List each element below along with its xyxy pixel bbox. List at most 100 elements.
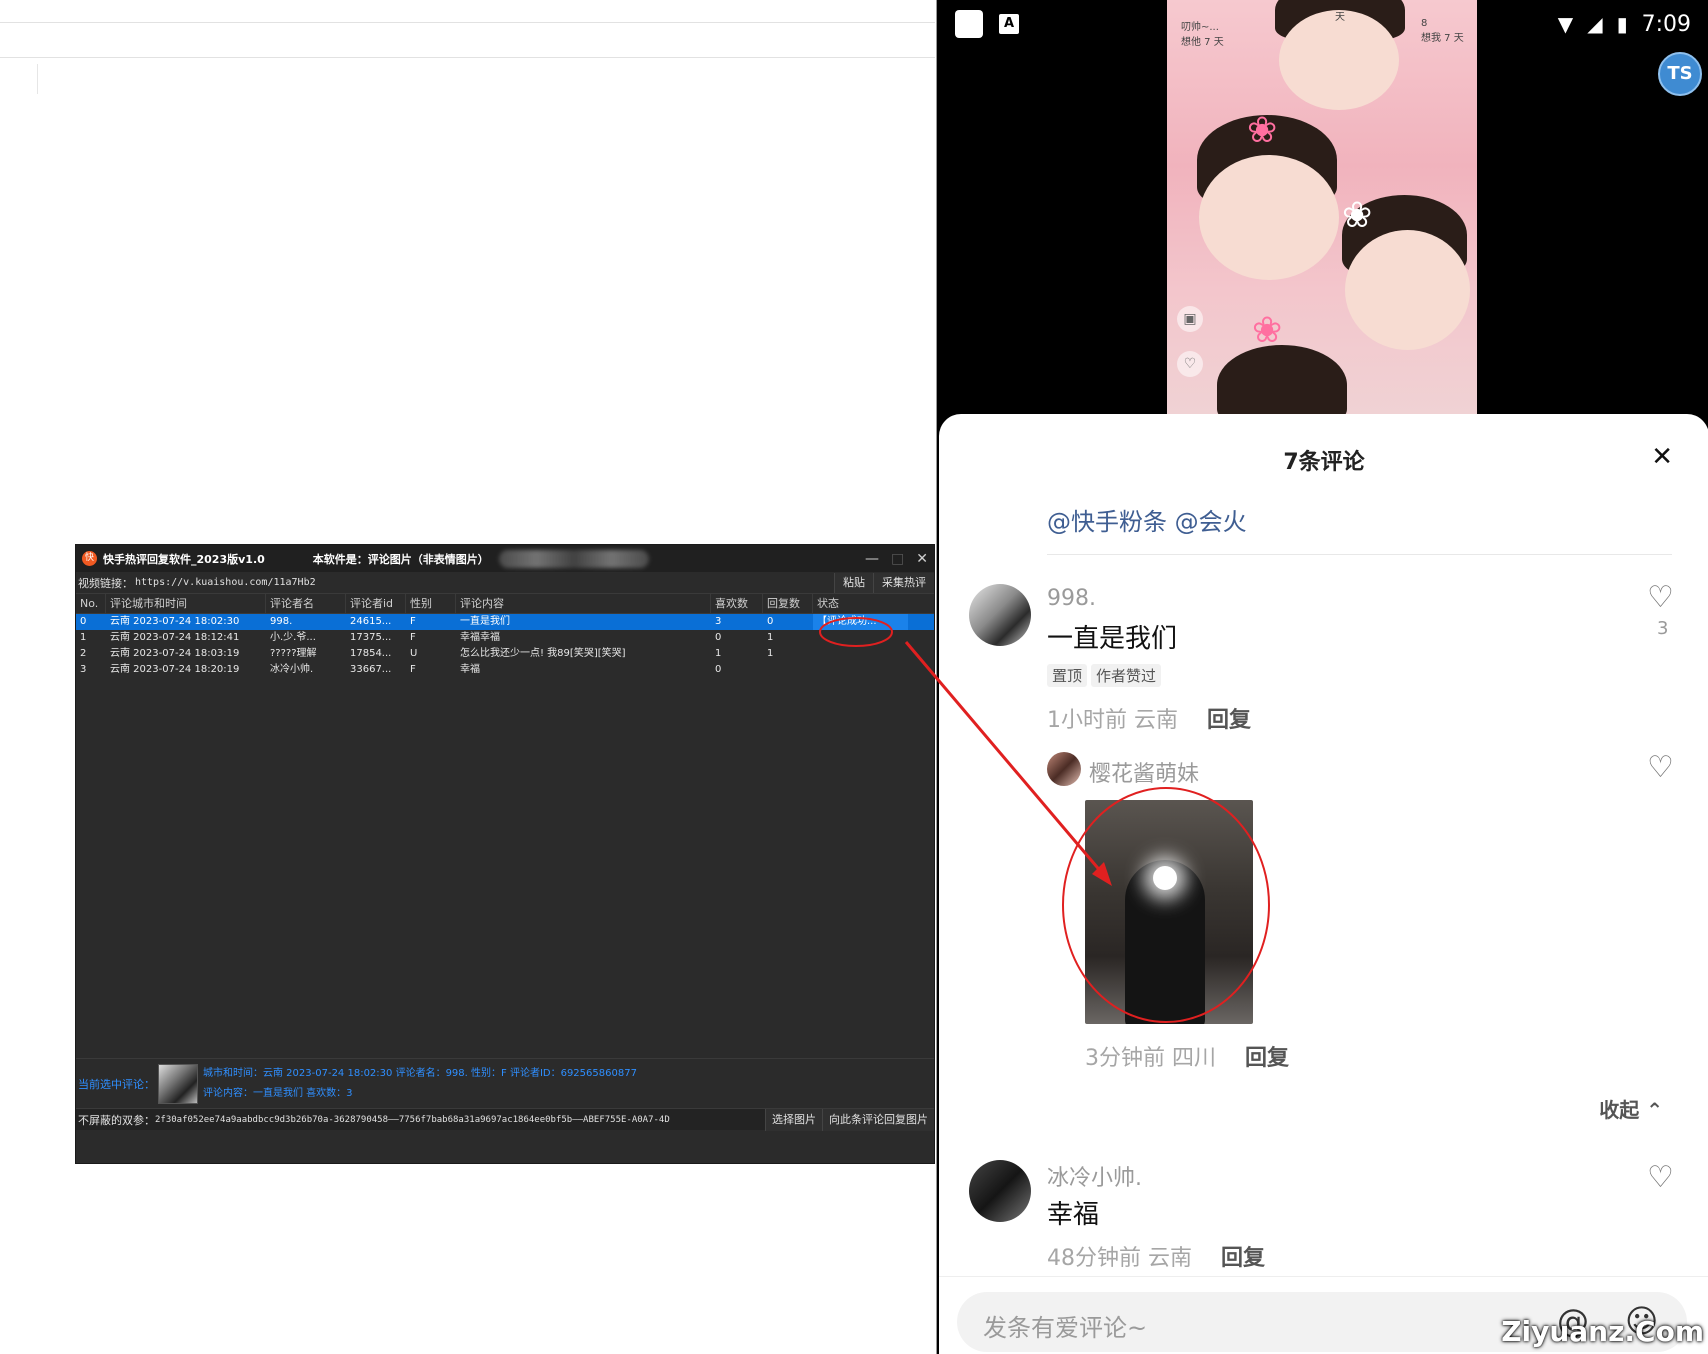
table-row[interactable]: 1 云南 2023-07-24 18:12:41 小.少.爷... 17375.…	[76, 630, 934, 646]
comment-author[interactable]: 998.	[1047, 586, 1096, 611]
cookie-row: 不屏蔽的双参： 2f30af052ee74a9aabdbcc9d3b26b70a…	[76, 1108, 934, 1131]
reply-link[interactable]: 回复	[1207, 702, 1251, 734]
video-art	[1199, 155, 1339, 280]
row-city-time: 云南 2023-07-24 18:03:19	[110, 648, 240, 659]
phone-screenshot: A ▼ ◢ ▮ 7:09 ❀ ❀ ❀ 叨帅~... 想他 7 天 天 8 想我 …	[936, 0, 1708, 1354]
row-name: ?????理解	[270, 648, 317, 659]
row-id: 33667...	[350, 664, 392, 675]
image-icon[interactable]: ▣	[1177, 306, 1203, 332]
avatar[interactable]	[969, 1160, 1031, 1222]
avatar[interactable]	[969, 584, 1031, 646]
column-header[interactable]: 喜欢数	[711, 594, 763, 613]
row-status	[813, 630, 908, 646]
comments-grid[interactable]: No. 评论城市和时间 评论者名 评论者id 性别 评论内容 喜欢数 回复数 状…	[76, 594, 934, 1058]
cookie-input[interactable]: 2f30af052ee74a9aabdbcc9d3b26b70a-3628790…	[155, 1115, 765, 1125]
row-no: 1	[80, 632, 87, 643]
heart-icon[interactable]: ♡	[1647, 1160, 1674, 1195]
row-replies: 0	[767, 616, 774, 627]
signal-icon: ◢	[1587, 12, 1603, 36]
bow-decoration: ❀	[1342, 195, 1373, 236]
row-city-time: 云南 2023-07-24 18:20:19	[110, 664, 240, 675]
comment-author[interactable]: 樱花酱萌妹	[1089, 756, 1199, 788]
close-icon[interactable]: ✕	[1651, 442, 1673, 472]
video-art	[1345, 230, 1470, 350]
row-name: 冰冷小帅.	[270, 664, 314, 675]
app-logo-icon: 快	[82, 551, 97, 566]
mention-text[interactable]: @快手粉条 @会火	[1047, 502, 1247, 537]
url-input[interactable]: https://v.kuaishou.com/11a7Hb2	[133, 577, 834, 588]
blurred-redaction	[498, 549, 649, 568]
column-header[interactable]: No.	[76, 594, 106, 613]
doc-ruler-line	[0, 22, 935, 23]
column-header[interactable]: 回复数	[763, 594, 813, 613]
row-likes: 0	[715, 664, 722, 675]
column-header[interactable]: 评论内容	[456, 594, 711, 613]
url-row: 视频链接： https://v.kuaishou.com/11a7Hb2 粘贴 …	[76, 572, 934, 594]
doc-text-cursor	[37, 64, 38, 94]
select-image-button[interactable]: 选择图片	[765, 1108, 822, 1131]
row-id: 17854...	[350, 648, 392, 659]
avatar[interactable]	[1047, 752, 1081, 786]
comment-input-placeholder: 发条有爱评论~	[983, 1314, 1148, 1342]
table-row[interactable]: 2 云南 2023-07-24 18:03:19 ?????理解 17854..…	[76, 646, 934, 662]
title-bar: 快 快手热评回复软件_2023版v1.0 本软件是：评论图片（非表情图片） — …	[76, 545, 934, 572]
minimize-button[interactable]: —	[865, 551, 879, 567]
row-city-time: 云南 2023-07-24 18:02:30	[110, 616, 240, 627]
row-replies: 1	[767, 648, 774, 659]
comments-sheet: 7条评论 ✕ @快手粉条 @会火 998. 一直是我们 置顶 作者赞过 1小时前…	[939, 414, 1708, 1354]
ts-badge-icon[interactable]: TS	[1658, 52, 1702, 96]
row-gender: U	[410, 648, 418, 659]
grid-header: No. 评论城市和时间 评论者名 评论者id 性别 评论内容 喜欢数 回复数 状…	[76, 594, 934, 614]
paste-button[interactable]: 粘贴	[834, 572, 873, 593]
video-art	[1217, 345, 1347, 415]
collapse-button[interactable]: 收起 ⌃	[1599, 1094, 1663, 1123]
row-content: 一直是我们	[460, 616, 510, 627]
comment-author[interactable]: 冰冷小帅.	[1047, 1160, 1142, 1192]
doc-ruler-line	[0, 57, 935, 58]
divider	[939, 1276, 1708, 1277]
row-city-time: 云南 2023-07-24 18:12:41	[110, 632, 240, 643]
status-bar: A ▼ ◢ ▮ 7:09	[937, 0, 1708, 48]
watermark: Ziyuanz.Com	[1501, 1315, 1704, 1348]
row-no: 0	[80, 616, 87, 627]
row-status	[813, 646, 908, 662]
row-content: 幸福	[460, 664, 480, 675]
maximize-button[interactable]: □	[891, 551, 904, 567]
row-content: 幸福幸福	[460, 632, 500, 643]
heart-icon[interactable]: ♡	[1647, 750, 1674, 785]
selected-comment-info: 城市和时间：云南 2023-07-24 18:02:30 评论者名：998. 性…	[203, 1067, 637, 1079]
comment-text: 幸福	[1047, 1200, 1100, 1230]
heart-icon[interactable]: ♡	[1177, 351, 1203, 377]
column-header[interactable]: 评论者名	[266, 594, 346, 613]
column-header[interactable]: 评论者id	[346, 594, 406, 613]
comment-meta: 3分钟前 四川	[1085, 1046, 1216, 1071]
table-row[interactable]: 0 云南 2023-07-24 18:02:30 998. 24615... F…	[76, 614, 934, 630]
row-status	[813, 662, 908, 678]
author-liked-badge: 作者赞过	[1091, 664, 1162, 687]
selected-comment-panel: 当前选中评论： 城市和时间：云南 2023-07-24 18:02:30 评论者…	[76, 1058, 934, 1108]
row-gender: F	[410, 664, 416, 675]
reply-image[interactable]	[1085, 800, 1253, 1024]
app-notification-icon: A	[999, 14, 1019, 34]
window-title: 快手热评回复软件_2023版v1.0	[103, 552, 265, 566]
row-gender: F	[410, 632, 416, 643]
row-likes: 0	[715, 632, 722, 643]
collect-comments-button[interactable]: 采集热评	[873, 572, 934, 593]
reply-link[interactable]: 回复	[1221, 1240, 1265, 1272]
video-preview[interactable]: ❀ ❀ ❀ 叨帅~... 想他 7 天 天 8 想我 7 天 ▣ ♡	[1167, 0, 1477, 415]
close-button[interactable]: ✕	[916, 551, 928, 567]
row-no: 3	[80, 664, 87, 675]
notification-icon	[955, 10, 983, 38]
software-notice: 本软件是：评论图片（非表情图片）	[312, 552, 489, 566]
table-row[interactable]: 3 云南 2023-07-24 18:20:19 冰冷小帅. 33667... …	[76, 662, 934, 678]
url-label: 视频链接：	[78, 576, 133, 590]
column-header[interactable]: 性别	[406, 594, 456, 613]
heart-icon[interactable]: ♡	[1647, 580, 1674, 615]
selected-comment-label: 当前选中评论：	[78, 1077, 155, 1091]
column-header[interactable]: 状态	[813, 594, 908, 613]
phone-flash	[1153, 866, 1177, 890]
reply-image-button[interactable]: 向此条评论回复图片	[822, 1108, 934, 1131]
row-id: 17375...	[350, 632, 392, 643]
column-header[interactable]: 评论城市和时间	[106, 594, 266, 613]
reply-link[interactable]: 回复	[1245, 1040, 1289, 1072]
